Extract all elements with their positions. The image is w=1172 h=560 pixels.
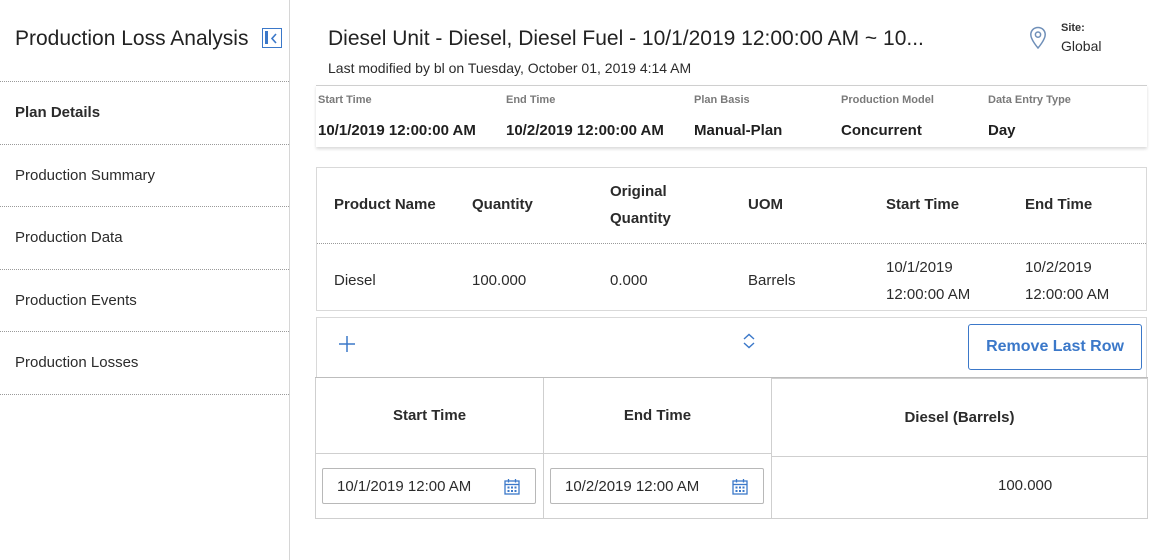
last-modified-text: Last modified by bl on Tuesday, October … [328,60,692,76]
entry-grid: Start Time 10/1/2019 12:00 AM End Time 1… [315,377,1148,519]
grid-header-end-time: End Time [543,378,772,454]
detail-value: Concurrent [841,122,922,139]
grid-header-label: Start Time [392,407,467,424]
sidebar-header: Production Loss Analysis [0,0,289,82]
chevron-left-icon [270,33,277,44]
plus-icon[interactable] [337,334,357,354]
page-title: Diesel Unit - Diesel, Diesel Fuel - 10/1… [328,27,924,50]
plan-details-strip: Start Time 10/1/2019 12:00:00 AM End Tim… [316,85,1147,147]
grid-cell-end: 10/2/2019 12:00 AM [543,454,772,519]
sidebar-item-label: Plan Details [15,104,101,122]
end-time-input[interactable]: 10/2/2019 12:00 AM [550,468,764,504]
detail-label: Plan Basis [694,94,750,106]
sidebar-item-production-events[interactable]: Production Events [0,270,289,332]
grid-header-label: End Time [623,407,692,424]
sidebar-item-label: Production Losses [15,354,139,372]
detail-value: Manual-Plan [694,122,783,139]
calendar-icon[interactable] [504,478,520,495]
location-pin-icon [1030,26,1046,50]
sidebar-item-label: Production Summary [15,166,156,184]
column-header-product-name: Product Name [334,196,436,213]
column-header-original: Original [610,183,667,200]
column-header-end-time: End Time [1025,196,1093,213]
detail-label: Data Entry Type [988,94,1071,106]
site-value: Global [1061,38,1102,54]
remove-last-row-button[interactable]: Remove Last Row [968,324,1142,370]
detail-value: Day [988,122,1016,139]
cell-product-name: Diesel [334,272,376,289]
cell-end-time: 12:00:00 AM [1025,286,1110,303]
end-time-value: 10/2/2019 12:00 AM [565,477,700,495]
cell-quantity: 100.000 [472,272,527,289]
grid-toolbar: Remove Last Row [316,317,1147,377]
sidebar-item-production-summary[interactable]: Production Summary [0,145,289,207]
calendar-icon[interactable] [732,478,748,495]
site-label: Site: [1061,22,1085,34]
sidebar-title: Production Loss Analysis [15,27,249,50]
product-table: Product Name Quantity Original Quantity … [316,167,1147,311]
start-time-input[interactable]: 10/1/2019 12:00 AM [322,468,536,504]
detail-label: Production Model [841,94,934,106]
cell-start-time: 12:00:00 AM [886,286,971,303]
collapse-sidebar-button[interactable] [262,28,282,48]
detail-value: 10/1/2019 12:00:00 AM [318,122,476,139]
sidebar: Production Loss Analysis Plan Details Pr… [0,0,290,560]
cell-uom: Barrels [748,272,796,289]
sidebar-item-plan-details[interactable]: Plan Details [0,82,289,145]
sidebar-item-production-data[interactable]: Production Data [0,207,289,270]
grid-cell-diesel[interactable]: 100.000 [771,457,1148,519]
cell-start-date: 10/1/2019 [886,259,953,276]
grid-cell-start: 10/1/2019 12:00 AM [315,454,544,519]
detail-label: Start Time [318,94,372,106]
column-header-original-quantity: Quantity [610,210,671,227]
diesel-value: 100.000 [998,477,1053,494]
product-table-header: Product Name Quantity Original Quantity … [317,168,1146,244]
cell-original-quantity: 0.000 [610,272,648,289]
grid-header-diesel: Diesel (Barrels) [771,378,1148,457]
start-time-value: 10/1/2019 12:00 AM [337,477,472,495]
column-header-start-time: Start Time [886,196,960,213]
column-header-quantity: Quantity [472,196,533,213]
sidebar-item-label: Production Events [15,291,137,309]
grid-header-label: Diesel (Barrels) [904,409,1015,426]
detail-label: End Time [506,94,556,106]
sort-icon[interactable] [742,333,756,349]
grid-header-start-time: Start Time [315,378,544,454]
column-header-uom: UOM [748,196,783,213]
sidebar-item-production-losses[interactable]: Production Losses [0,332,289,395]
detail-value: 10/2/2019 12:00:00 AM [506,122,664,139]
cell-end-date: 10/2/2019 [1025,259,1092,276]
sidebar-item-label: Production Data [15,229,123,247]
